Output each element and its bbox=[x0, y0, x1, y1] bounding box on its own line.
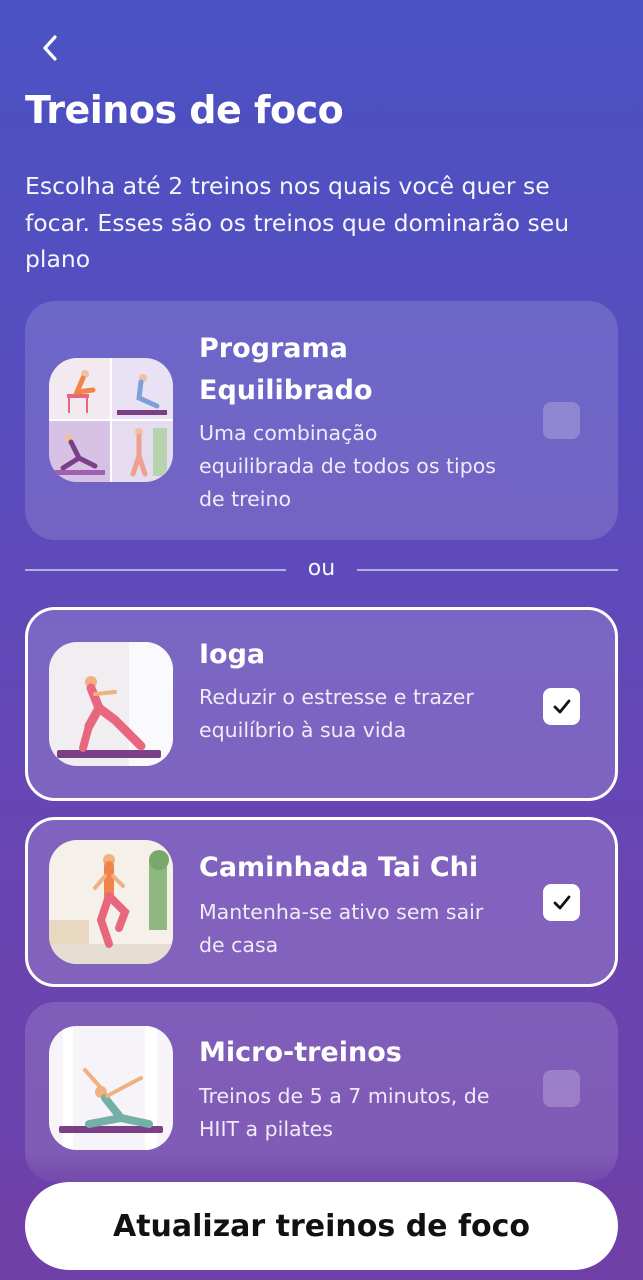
chevron-left-icon bbox=[43, 35, 57, 61]
update-focus-workouts-button[interactable]: Atualizar treinos de foco bbox=[25, 1182, 618, 1270]
workout-thumbnail-collage bbox=[49, 358, 173, 482]
checkbox-checked[interactable] bbox=[543, 688, 580, 725]
card-description: Uma combinação equilibrada de todos os t… bbox=[199, 421, 496, 511]
workout-card-programa-equilibrado[interactable]: Programa Equilibrado Uma combinação equi… bbox=[25, 301, 618, 540]
workout-card-ioga[interactable]: Ioga Reduzir o estresse e trazer equilíb… bbox=[25, 607, 618, 801]
checkmark-icon bbox=[553, 699, 570, 713]
card-description: Reduzir o estresse e trazer equilíbrio à… bbox=[199, 685, 474, 742]
card-description: Mantenha-se ativo sem sair de casa bbox=[199, 900, 484, 957]
card-title: Programa Equilibrado bbox=[199, 333, 373, 406]
card-title: Micro-treinos bbox=[199, 1037, 402, 1068]
workout-card-caminhada-tai-chi[interactable]: Caminhada Tai Chi Mantenha-se ativo sem … bbox=[25, 817, 618, 987]
checkbox-checked[interactable] bbox=[543, 884, 580, 921]
card-title: Caminhada Tai Chi bbox=[199, 852, 479, 883]
back-button[interactable] bbox=[30, 28, 70, 68]
card-description: Treinos de 5 a 7 minutos, de HIIT a pila… bbox=[199, 1084, 490, 1141]
workout-thumbnail-micro-treinos bbox=[49, 1026, 173, 1150]
checkmark-icon bbox=[553, 895, 570, 909]
card-title: Ioga bbox=[199, 639, 266, 670]
page-subtitle: Escolha até 2 treinos nos quais você que… bbox=[25, 172, 570, 273]
checkbox-unchecked[interactable] bbox=[543, 1070, 580, 1107]
page-title: Treinos de foco bbox=[25, 88, 344, 132]
workout-thumbnail-ioga bbox=[49, 642, 173, 766]
workout-thumbnail-tai-chi bbox=[49, 840, 173, 964]
or-divider: ou bbox=[25, 556, 618, 586]
divider-line-right bbox=[357, 569, 618, 571]
checkbox-unchecked[interactable] bbox=[543, 402, 580, 439]
